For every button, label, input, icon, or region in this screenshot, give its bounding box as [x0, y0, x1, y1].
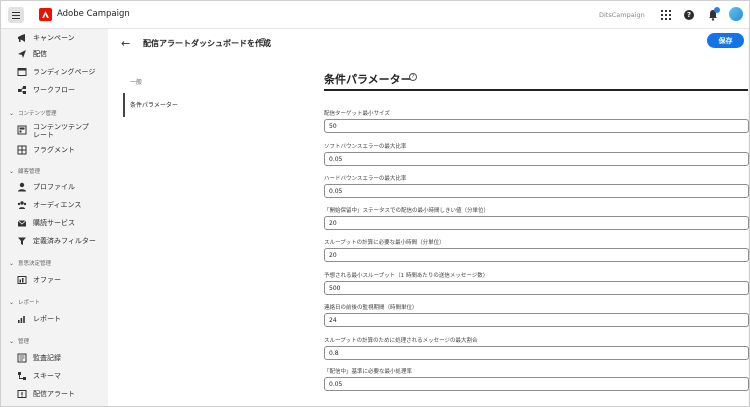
pending-threshold-input[interactable] — [324, 216, 749, 230]
brand-name: Adobe Campaign — [57, 9, 130, 19]
sidebar-item-label: オーディエンス — [33, 201, 82, 209]
workflow-icon — [18, 86, 26, 94]
user-icon — [18, 182, 26, 192]
chevron-down-icon: ⌄ — [9, 109, 15, 117]
sidebar-item-label: オファー — [33, 276, 61, 284]
chart-icon — [18, 316, 25, 323]
active-tab-indicator — [123, 93, 125, 117]
top-bar: Adobe Campaign DitsCampaign ? — [1, 1, 749, 29]
sidebar-item-label: レポート — [33, 315, 61, 323]
field-label: 予想される最小スループット（1 時間あたりの送信メッセージ数） — [324, 273, 489, 279]
adobe-logo-icon — [39, 8, 52, 21]
sidebar-item-profiles[interactable]: プロファイル — [17, 181, 75, 193]
sidebar-item-label: キャンペーン — [33, 34, 75, 42]
sidebar-item-label: スキーマ — [33, 372, 61, 380]
sidebar-item-label: フラグメント — [33, 146, 75, 154]
field-label: スループットの計算に必要な最小時間（分単位） — [324, 240, 445, 246]
field-label: 「配信中」基準に必要な最小処理率 — [324, 369, 413, 375]
sidebar-item-delivery-alerts[interactable]: 配信アラート — [17, 388, 75, 400]
help-icon[interactable]: ? — [259, 38, 267, 46]
field-label: 「開始保留中」ステータスでの配信の最小時間しきい値（分単位） — [324, 208, 490, 214]
field-label: 配信ターゲット最小サイズ — [324, 111, 390, 117]
sidebar-item-schemas[interactable]: スキーマ — [17, 370, 61, 382]
sidebar-item-campaigns[interactable]: キャンペーン — [17, 32, 75, 44]
page-title: 配信アラートダッシュボードを作成 — [143, 39, 271, 48]
tab-general[interactable]: 一般 — [130, 77, 142, 86]
sidebar-item-landing-pages[interactable]: ランディングページ — [17, 66, 95, 78]
min-processing-rate-input[interactable] — [324, 377, 749, 391]
sidebar-item-reports[interactable]: レポート — [17, 313, 61, 325]
help-icon[interactable]: ? — [684, 10, 694, 20]
field-label: スループットの計算のために処理されるメッセージの最大割合 — [324, 338, 478, 344]
throughput-min-time-input[interactable] — [324, 248, 749, 262]
subscription-icon — [17, 220, 27, 227]
sidebar-item-offers[interactable]: オファー — [17, 274, 61, 286]
offer-icon — [17, 276, 27, 284]
sidebar-item-workflows[interactable]: ワークフロー — [17, 84, 75, 96]
chevron-down-icon: ⌄ — [9, 259, 15, 267]
min-target-size-input[interactable] — [324, 119, 749, 133]
schema-icon — [18, 372, 26, 380]
sidebar-item-label: ランディングページ — [33, 68, 96, 76]
alert-icon — [17, 390, 27, 398]
sidebar-item-predefined-filters[interactable]: 定義済みフィルター — [17, 235, 96, 247]
org-switcher[interactable]: DitsCampaign — [599, 11, 645, 19]
save-button[interactable]: 保存 — [707, 33, 744, 48]
field-label: ハードバウンスエラーの最大比率 — [324, 176, 407, 182]
group-content-management[interactable]: ⌄ コンテンツ管理 — [9, 108, 57, 118]
section-divider — [324, 89, 748, 91]
sidebar-item-label: 購読サービス — [33, 219, 75, 227]
expected-throughput-input[interactable] — [324, 281, 749, 295]
tab-condition-parameters[interactable]: 条件パラメーター — [130, 100, 178, 109]
group-decision-management[interactable]: ⌄ 意思決定管理 — [9, 258, 51, 268]
sidebar-item-label: 配信アラート — [33, 390, 75, 398]
chevron-down-icon: ⌄ — [9, 298, 15, 306]
main-panel: ← 配信アラートダッシュボードを作成 ? 保存 一般 条件パラメーター 条件パラ… — [108, 29, 749, 406]
avatar[interactable] — [729, 7, 743, 21]
group-reports[interactable]: ⌄ レポート — [9, 297, 40, 307]
field-label: 連絡日の前後の監視期間（時間単位） — [324, 305, 418, 311]
apps-icon[interactable] — [660, 9, 672, 21]
menu-icon[interactable] — [8, 7, 24, 23]
sidebar-item-content-templates[interactable]: コンテンツテンプレート — [17, 123, 95, 143]
sidebar-item-label: ワークフロー — [33, 86, 75, 94]
send-icon — [18, 50, 26, 58]
browser-icon — [17, 68, 27, 76]
template-icon — [17, 125, 27, 135]
sidebar-item-label: 定義済みフィルター — [33, 237, 96, 245]
sidebar-item-audit-log[interactable]: 監査記録 — [17, 352, 61, 364]
help-icon[interactable]: ? — [409, 73, 417, 81]
chevron-down-icon: ⌄ — [9, 337, 15, 345]
notification-badge — [714, 7, 720, 13]
soft-bounce-ratio-input[interactable] — [324, 152, 749, 166]
megaphone-icon — [18, 34, 25, 42]
section-title: 条件パラメーター — [324, 73, 412, 86]
audience-icon — [17, 201, 27, 209]
sidebar-item-label: プロファイル — [33, 183, 75, 191]
sidebar-item-label: 監査記録 — [33, 354, 61, 362]
hard-bounce-ratio-input[interactable] — [324, 184, 749, 198]
sidebar-item-fragments[interactable]: フラグメント — [17, 144, 75, 156]
app-window: Adobe Campaign DitsCampaign ? キャンペーン 配信 — [0, 0, 750, 407]
fragment-icon — [17, 145, 27, 155]
sidebar-item-label: 配信 — [33, 50, 47, 58]
sidebar-item-audiences[interactable]: オーディエンス — [17, 199, 81, 211]
monitoring-period-input[interactable] — [324, 313, 749, 327]
max-processed-ratio-input[interactable] — [324, 346, 749, 360]
sidebar-item-subscription-services[interactable]: 購読サービス — [17, 217, 75, 229]
back-arrow-icon[interactable]: ← — [121, 37, 130, 50]
filter-icon — [18, 237, 26, 245]
group-administration[interactable]: ⌄ 管理 — [9, 336, 29, 346]
field-label: ソフトバウンスエラーの最大比率 — [324, 144, 407, 150]
audit-icon — [17, 353, 27, 363]
sidebar-item-label: コンテンツテンプレート — [33, 123, 89, 139]
chevron-down-icon: ⌄ — [9, 167, 15, 175]
sidebar-item-deliveries[interactable]: 配信 — [17, 48, 47, 60]
sidebar: キャンペーン 配信 ランディングページ ワークフロー ⌄ コンテンツ管理 コンテ… — [1, 29, 107, 406]
group-customer-management[interactable]: ⌄ 顧客管理 — [9, 166, 40, 176]
